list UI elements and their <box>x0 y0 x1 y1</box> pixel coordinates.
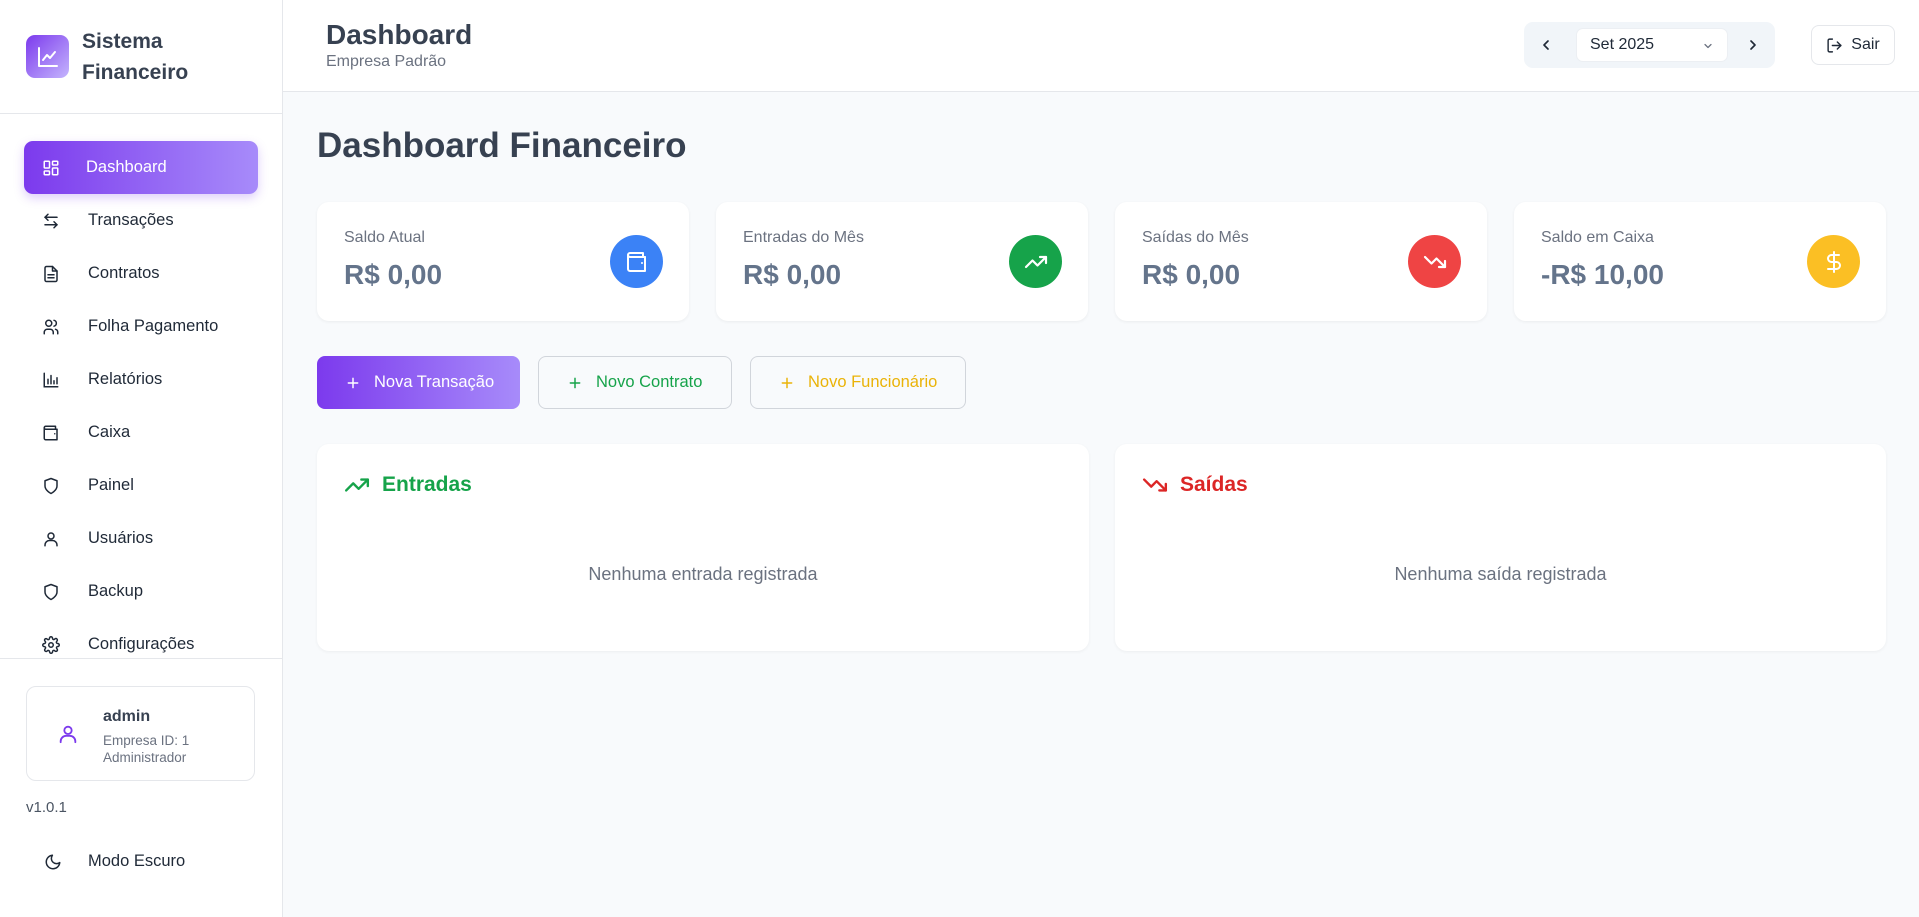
month-select[interactable]: Set 2025 <box>1576 28 1728 62</box>
chevron-left-icon <box>1543 40 1549 50</box>
month-value: Set 2025 <box>1590 36 1655 53</box>
page-title: Dashboard Financeiro <box>317 126 687 165</box>
stat-value: R$ 0,00 <box>743 259 842 290</box>
sidebar-item-label: Relatórios <box>88 370 163 388</box>
expenses-panel-header: Saídas <box>1142 472 1248 498</box>
trending-down-icon <box>1408 235 1461 288</box>
next-month-button[interactable] <box>1731 22 1775 68</box>
stat-card-saidas: Saídas do Mês R$ 0,00 <box>1115 202 1487 321</box>
stat-value: -R$ 10,00 <box>1541 259 1664 290</box>
income-empty-message: Nenhuma entrada registrada <box>588 564 818 584</box>
plus-icon <box>781 377 793 388</box>
chart-line-icon <box>26 35 69 78</box>
expenses-empty-message: Nenhuma saída registrada <box>1394 564 1607 584</box>
stat-card-saldo-caixa: Saldo em Caixa -R$ 10,00 <box>1514 202 1886 321</box>
trending-up-icon <box>344 478 370 492</box>
sidebar-item-label: Configurações <box>88 635 195 653</box>
expenses-panel-title: Saídas <box>1180 473 1248 496</box>
sidebar: Sistema Financeiro Dashboard Transações … <box>0 0 283 917</box>
stat-label: Saldo em Caixa <box>1541 229 1654 246</box>
top-bar: Dashboard Empresa Padrão Set 2025 Sair <box>283 0 1919 92</box>
stat-label: Saídas do Mês <box>1142 229 1249 246</box>
sidebar-item-label: Usuários <box>88 529 154 547</box>
sidebar-item-usuarios[interactable]: Usuários <box>24 512 258 565</box>
prev-month-button[interactable] <box>1524 22 1568 68</box>
bar-chart-icon <box>42 371 60 389</box>
wallet-icon <box>42 424 60 442</box>
plus-icon <box>347 377 359 388</box>
stat-label: Entradas do Mês <box>743 229 864 246</box>
sidebar-item-folha-pagamento[interactable]: Folha Pagamento <box>24 300 258 353</box>
sidebar-item-dashboard[interactable]: Dashboard <box>24 141 258 194</box>
sidebar-footer: admin Empresa ID: 1 Administrador v1.0.1… <box>0 658 283 870</box>
sidebar-item-configuracoes[interactable]: Configurações <box>24 618 258 671</box>
gear-icon <box>42 635 60 654</box>
new-transaction-button[interactable]: Nova Transação <box>317 356 520 409</box>
brand: Sistema Financeiro <box>0 0 282 114</box>
chevron-down-icon <box>1704 43 1712 49</box>
sidebar-item-relatorios[interactable]: Relatórios <box>24 353 258 406</box>
moon-icon <box>45 854 61 869</box>
sidebar-item-caixa[interactable]: Caixa <box>24 406 258 459</box>
sidebar-item-contratos[interactable]: Contratos <box>24 247 258 300</box>
new-transaction-label: Nova Transação <box>374 373 495 391</box>
new-employee-button[interactable]: Novo Funcionário <box>750 356 966 409</box>
sidebar-nav: Dashboard Transações Contratos Folha Pag… <box>0 114 282 671</box>
new-contract-button[interactable]: Novo Contrato <box>538 356 732 409</box>
shield-icon <box>42 583 60 601</box>
app-version: v1.0.1 <box>26 799 67 816</box>
income-panel-title: Entradas <box>382 473 472 496</box>
trending-down-icon <box>1142 478 1168 492</box>
income-panel-header: Entradas <box>344 472 472 498</box>
users-icon <box>42 318 60 336</box>
new-employee-label: Novo Funcionário <box>808 373 938 391</box>
header-title: Dashboard <box>326 19 473 50</box>
header-subtitle: Empresa Padrão <box>326 53 447 70</box>
logout-icon <box>1827 37 1842 53</box>
user-icon <box>42 530 60 548</box>
document-icon <box>42 265 60 283</box>
income-panel: Entradas Nenhuma entrada registrada <box>317 444 1089 651</box>
month-navigator: Set 2025 <box>1524 22 1775 68</box>
user-role: Administrador <box>103 750 187 765</box>
plus-icon <box>569 377 581 388</box>
stat-value: R$ 0,00 <box>1142 259 1241 290</box>
sidebar-item-label: Painel <box>88 476 134 494</box>
sidebar-item-label: Folha Pagamento <box>88 317 219 335</box>
sidebar-item-label: Transações <box>88 211 174 229</box>
dark-mode-label: Modo Escuro <box>88 852 186 870</box>
brand-name: Sistema Financeiro <box>82 29 189 84</box>
arrows-swap-icon <box>42 212 60 230</box>
trending-up-icon <box>1009 235 1062 288</box>
user-card[interactable]: admin Empresa ID: 1 Administrador <box>26 686 255 781</box>
dollar-icon <box>1807 235 1860 288</box>
user-company: Empresa ID: 1 <box>103 733 190 748</box>
shield-icon <box>42 477 60 495</box>
wallet-icon <box>610 235 663 288</box>
grid-icon <box>42 159 60 177</box>
user-name: admin <box>103 708 151 725</box>
logout-label: Sair <box>1851 36 1880 53</box>
stat-card-saldo-atual: Saldo Atual R$ 0,00 <box>317 202 689 321</box>
chevron-right-icon <box>1750 40 1756 50</box>
sidebar-item-label: Contratos <box>88 264 160 282</box>
sidebar-item-backup[interactable]: Backup <box>24 565 258 618</box>
dark-mode-toggle[interactable]: Modo Escuro <box>44 852 185 871</box>
new-contract-label: Novo Contrato <box>596 373 703 391</box>
sidebar-item-label: Backup <box>88 582 144 600</box>
expenses-panel: Saídas Nenhuma saída registrada <box>1115 444 1886 651</box>
user-meta: Empresa ID: 1 Administrador <box>103 732 189 766</box>
sidebar-item-label: Caixa <box>88 423 131 441</box>
user-icon <box>59 725 77 744</box>
sidebar-item-painel[interactable]: Painel <box>24 459 258 512</box>
stat-value: R$ 0,00 <box>344 259 443 290</box>
sidebar-item-transacoes[interactable]: Transações <box>24 194 258 247</box>
stat-card-entradas: Entradas do Mês R$ 0,00 <box>716 202 1088 321</box>
sidebar-item-label: Dashboard <box>86 158 167 176</box>
logout-button[interactable]: Sair <box>1811 25 1895 65</box>
stat-label: Saldo Atual <box>344 229 425 246</box>
